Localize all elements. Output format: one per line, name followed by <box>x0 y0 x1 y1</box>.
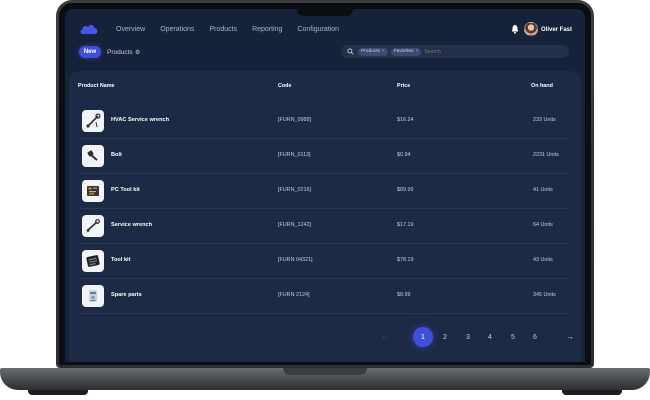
page-button-4[interactable]: 4 <box>480 327 500 347</box>
product-name: Bolt <box>111 152 122 158</box>
product-on-hand: 43 Units <box>533 257 553 263</box>
column-header-code[interactable]: Code <box>278 83 291 89</box>
spare-parts-icon <box>82 285 104 307</box>
gear-icon[interactable]: ⚙ <box>135 49 140 56</box>
table-row[interactable]: Bolt [FURN_0113] $0.94 2231 Units <box>79 139 569 174</box>
nav-item-reporting[interactable]: Reporting <box>252 26 282 33</box>
filter-chip-label: Products <box>361 49 380 54</box>
search-icon <box>347 48 354 55</box>
user-name[interactable]: Oliver Fast <box>541 27 572 33</box>
table-row[interactable]: HVAC Service wrench [FURN_0988] $16.24 2… <box>79 104 569 139</box>
next-page-button[interactable]: → <box>560 327 580 347</box>
product-name: PC Tool kit <box>111 187 140 193</box>
table-row[interactable]: Tool kit [FURN 04321] $78.19 43 Units <box>79 244 569 279</box>
table-row[interactable]: Spare parts [FURN 2124] $8.99 345 Units <box>79 279 569 314</box>
laptop-foot-left <box>28 390 88 395</box>
close-icon[interactable]: × <box>415 49 418 54</box>
app-screen: Overview Operations Products Reporting C… <box>65 9 585 362</box>
page-button-1[interactable]: 1 <box>413 327 433 347</box>
product-price: $8.99 <box>397 292 411 298</box>
filter-chip-products[interactable]: Products × <box>358 47 388 56</box>
cloud-logo-icon[interactable] <box>79 23 99 35</box>
product-name: Service wrench <box>111 222 153 228</box>
column-header-price[interactable]: Price <box>397 83 410 89</box>
page-button-2[interactable]: 2 <box>435 327 455 347</box>
page-button-5[interactable]: 5 <box>503 327 523 347</box>
nav-item-configuration[interactable]: Configuration <box>297 26 339 33</box>
product-code: [FURN_0113] <box>278 152 311 158</box>
avatar[interactable] <box>524 22 538 36</box>
product-code: [FURN_0988] <box>278 117 311 123</box>
product-on-hand: 2231 Units <box>533 152 559 158</box>
table-row[interactable]: Service wrench [FURN_1242] $17.19 64 Uni… <box>79 209 569 244</box>
product-price: $78.19 <box>397 257 414 263</box>
camera-notch <box>297 3 353 16</box>
product-name: Spare parts <box>111 292 142 298</box>
filter-chip-label: Favorites <box>393 49 414 54</box>
search-input[interactable] <box>424 48 515 55</box>
product-price: $17.19 <box>397 222 414 228</box>
table-row[interactable]: PC Tool kit [FURN_0216] $89.99 41 Units <box>79 174 569 209</box>
action-bar: New Products ⚙ Products × Favorites × <box>65 45 585 67</box>
product-price: $0.94 <box>397 152 411 158</box>
product-code: [FURN_1242] <box>278 222 311 228</box>
main-nav: Overview Operations Products Reporting C… <box>116 26 354 33</box>
product-name: HVAC Service wrench <box>111 117 170 123</box>
page-button-3[interactable]: 3 <box>458 327 478 347</box>
nav-item-overview[interactable]: Overview <box>116 26 145 33</box>
prev-page-button[interactable]: ← <box>375 327 395 347</box>
product-on-hand: 233 Units <box>533 117 556 123</box>
nav-item-operations[interactable]: Operations <box>160 26 194 33</box>
product-on-hand: 64 Units <box>533 222 553 228</box>
search-bar[interactable]: Products × Favorites × <box>341 45 569 58</box>
product-code: [FURN 2124] <box>278 292 310 298</box>
close-icon[interactable]: × <box>382 49 385 54</box>
column-header-product-name[interactable]: Product Name <box>78 83 115 89</box>
wrench-icon <box>82 110 104 132</box>
pagination: ← 1 2 3 4 5 6 → <box>375 327 575 347</box>
page-button-6[interactable]: 6 <box>525 327 545 347</box>
product-price: $16.24 <box>397 117 414 123</box>
nav-item-products[interactable]: Products <box>209 26 237 33</box>
service-wrench-icon <box>82 215 104 237</box>
laptop-foot-right <box>562 390 622 395</box>
column-header-on-hand[interactable]: On hand <box>531 83 553 89</box>
product-code: [FURN_0216] <box>278 187 311 193</box>
product-price: $89.99 <box>397 187 414 193</box>
toolkit-icon <box>82 250 104 272</box>
bolt-icon <box>82 145 104 167</box>
product-on-hand: 345 Units <box>533 292 556 298</box>
new-button[interactable]: New <box>79 46 101 58</box>
product-code: [FURN 04321] <box>278 257 313 263</box>
products-table-card: Product Name Code Price On hand HVAC Ser… <box>69 71 581 362</box>
table-header: Product Name Code Price On hand <box>69 83 581 95</box>
pc-toolkit-icon <box>82 180 104 202</box>
filter-chip-favorites[interactable]: Favorites × <box>390 47 422 56</box>
product-name: Tool kit <box>111 257 131 263</box>
breadcrumb[interactable]: Products <box>107 49 133 56</box>
laptop-base-notch <box>283 368 367 375</box>
bell-icon[interactable] <box>511 24 519 34</box>
product-on-hand: 41 Units <box>533 187 553 193</box>
